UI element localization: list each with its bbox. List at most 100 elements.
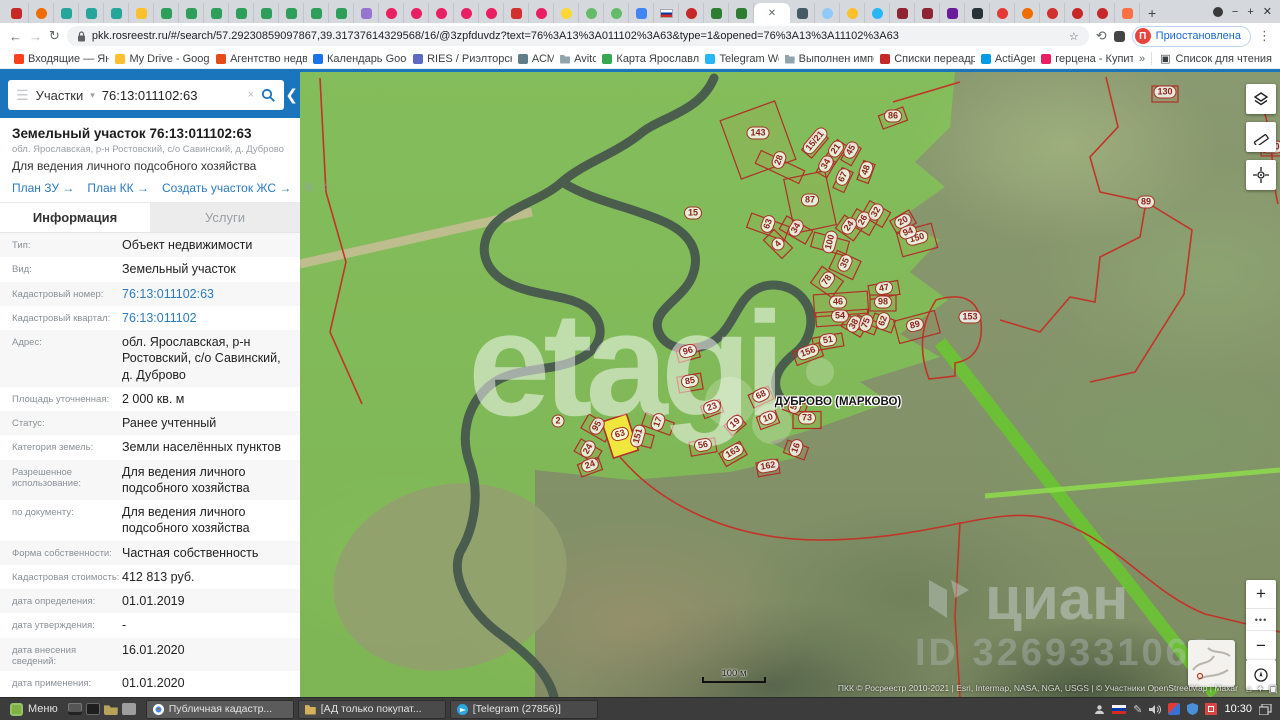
terminal-icon[interactable] <box>86 703 100 715</box>
browser-tab[interactable] <box>815 3 840 23</box>
tab-information[interactable]: Информация <box>0 203 150 232</box>
parcel-number-label[interactable]: 87 <box>801 194 819 207</box>
info-row-value-link[interactable]: 76:13:011102:63 <box>122 286 214 302</box>
window-minimize-button[interactable]: − <box>1232 6 1238 18</box>
bookmark-item[interactable]: АСМ <box>512 53 554 65</box>
start-menu-button[interactable]: Меню <box>4 703 64 716</box>
browser-tab[interactable] <box>840 3 865 23</box>
browser-menu-button[interactable]: ⋮ <box>1258 28 1271 44</box>
browser-tab[interactable] <box>604 3 629 23</box>
parcel-number-label[interactable]: 153 <box>958 311 981 324</box>
search-input[interactable]: 76:13:011102:63 <box>102 88 241 103</box>
browser-tab[interactable] <box>454 3 479 23</box>
layers-button[interactable] <box>1246 84 1276 114</box>
address-bar[interactable]: pkk.rosreestr.ru/#/search/57.29230859097… <box>67 26 1089 46</box>
browser-tab[interactable] <box>729 3 754 23</box>
window-close-button[interactable]: ✕ <box>1263 5 1272 18</box>
home-icon[interactable]: ⌂ <box>1246 684 1252 695</box>
browser-tab[interactable] <box>129 3 154 23</box>
bookmark-item[interactable]: Avito <box>554 53 596 65</box>
browser-tab[interactable] <box>704 3 729 23</box>
browser-tab[interactable] <box>1040 3 1065 23</box>
keyboard-layout-flag-icon[interactable] <box>1112 705 1126 714</box>
browser-tab[interactable] <box>429 3 454 23</box>
browser-tab[interactable] <box>329 3 354 23</box>
browser-tab[interactable] <box>204 3 229 23</box>
reload-button[interactable]: ↻ <box>49 28 60 44</box>
window-maximize-button[interactable]: + <box>1247 6 1253 18</box>
taskbar-task-button[interactable]: [Telegram (27856)] <box>450 700 598 719</box>
locate-button[interactable] <box>1246 160 1276 190</box>
bookmark-item[interactable]: Telegram Web <box>699 53 778 65</box>
parcel-number-label[interactable]: 86 <box>884 110 902 123</box>
search-icon[interactable] <box>261 88 276 103</box>
create-parcel-link[interactable]: Создать участок ЖС → <box>162 181 291 195</box>
browser-tab[interactable] <box>529 3 554 23</box>
profile-chip[interactable]: П Приостановлена <box>1132 26 1251 47</box>
plan-zu-link[interactable]: План ЗУ → <box>12 181 74 195</box>
search-menu-icon[interactable]: ☰ <box>16 87 29 104</box>
browser-tab[interactable] <box>54 3 79 23</box>
browser-tab[interactable] <box>679 3 704 23</box>
bookmark-item[interactable]: Входящие — Янд... <box>8 53 109 65</box>
search-category-select[interactable]: Участки <box>36 88 84 103</box>
browser-tab[interactable] <box>354 3 379 23</box>
tab-close-icon[interactable]: ✕ <box>768 8 776 19</box>
browser-tab[interactable] <box>865 3 890 23</box>
frame-icon[interactable]: ▣ <box>1269 684 1278 695</box>
window-list-icon[interactable] <box>1259 704 1272 715</box>
browser-tab[interactable] <box>1065 3 1090 23</box>
reading-list-button[interactable]: ▣ Список для чтения <box>1151 52 1272 65</box>
overview-minimap[interactable] <box>1188 640 1235 687</box>
diamond-icon[interactable]: ✦ <box>1256 684 1264 695</box>
browser-tab[interactable] <box>1090 3 1115 23</box>
browser-tab[interactable] <box>654 3 679 23</box>
clear-search-icon[interactable]: × <box>248 89 254 101</box>
bookmark-item[interactable]: Выполнен импорт <box>779 53 875 65</box>
user-tray-icon[interactable] <box>1094 704 1105 715</box>
new-tab-button[interactable]: + <box>1140 3 1164 23</box>
bookmark-item[interactable]: герцена - Купить... <box>1035 53 1133 65</box>
bookmark-item[interactable]: My Drive - Google... <box>109 53 210 65</box>
browser-tab[interactable] <box>29 3 54 23</box>
browser-tab[interactable] <box>915 3 940 23</box>
panel-collapse-button[interactable]: ❮ <box>285 86 298 104</box>
parcel-number-label[interactable]: 130 <box>1153 86 1176 99</box>
browser-tab[interactable] <box>890 3 915 23</box>
map-viewport[interactable]: etagi циан ID 3269331068 130130861432815… <box>300 72 1280 697</box>
plan-kk-link[interactable]: План КК → <box>87 181 149 195</box>
browser-tab[interactable] <box>504 3 529 23</box>
show-desktop-icon[interactable] <box>68 703 82 715</box>
doc-search-icon[interactable]: ⧉ <box>304 180 313 195</box>
browser-tab[interactable] <box>965 3 990 23</box>
browser-tab[interactable] <box>629 3 654 23</box>
measure-button[interactable] <box>1246 122 1276 152</box>
browser-tab[interactable] <box>154 3 179 23</box>
browser-tab[interactable] <box>229 3 254 23</box>
parcel-number-label[interactable]: 2 <box>551 415 564 428</box>
info-row-value-link[interactable]: 76:13:011102 <box>122 310 197 326</box>
browser-tab[interactable] <box>479 3 504 23</box>
bookmarks-overflow-button[interactable]: » <box>1133 53 1151 65</box>
bookmark-item[interactable]: Списки переадре... <box>874 53 975 65</box>
extension-pin-icon[interactable] <box>1114 31 1125 42</box>
sync-tray-icon[interactable] <box>1205 703 1217 715</box>
back-button[interactable]: ← <box>9 29 22 44</box>
zoom-levels-button[interactable]: ••• <box>1246 609 1276 631</box>
browser-tab[interactable] <box>404 3 429 23</box>
parcel-number-label[interactable]: 54 <box>831 310 849 323</box>
browser-tab[interactable] <box>554 3 579 23</box>
parcel-number-label[interactable]: 15 <box>684 207 702 220</box>
app-grid-icon[interactable] <box>122 703 136 715</box>
browser-tab[interactable] <box>379 3 404 23</box>
browser-tray-icon[interactable] <box>1168 703 1180 715</box>
browser-tab[interactable] <box>1015 3 1040 23</box>
browser-tab[interactable] <box>79 3 104 23</box>
window-menu-icon[interactable] <box>1213 7 1223 17</box>
browser-tab[interactable] <box>104 3 129 23</box>
taskbar-task-button[interactable]: Публичная кадастр... <box>146 700 294 719</box>
taskbar-task-button[interactable]: [АД только покупат... <box>298 700 446 719</box>
parcel-number-label[interactable]: 46 <box>829 296 847 309</box>
shield-tray-icon[interactable] <box>1187 703 1198 715</box>
bookmark-item[interactable]: RIES / Риэлторска... <box>407 53 512 65</box>
